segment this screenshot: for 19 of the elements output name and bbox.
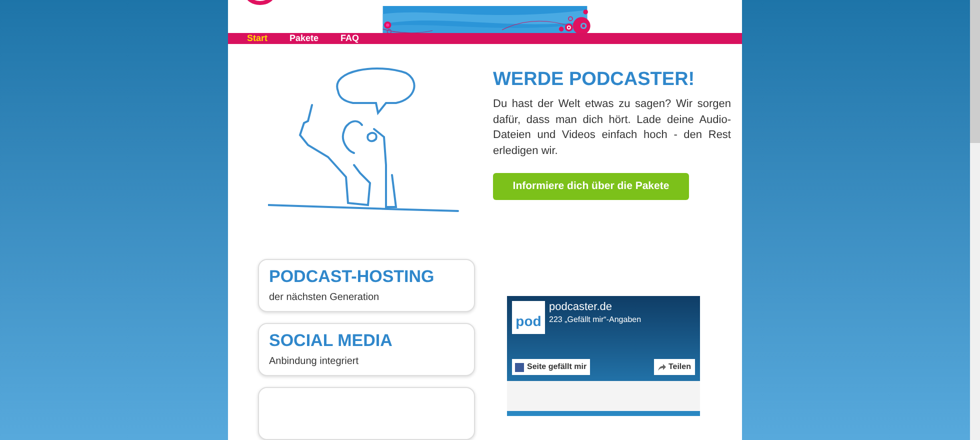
feature-title: PODCAST-HOSTING — [269, 267, 436, 287]
like-page-button[interactable]: Seite gefällt mir — [512, 359, 590, 375]
likes-count: 223 „Gefällt mir“-Angaben — [549, 314, 642, 326]
pod-logo: pod — [512, 301, 545, 334]
share-button[interactable]: Teilen — [654, 359, 695, 375]
scrollbar-thumb[interactable] — [970, 0, 980, 143]
share-arrow-icon — [658, 364, 666, 370]
feature-subtitle: der nächsten Generation — [269, 291, 380, 305]
hero-paragraph: Du hast der Welt etwas zu sagen? Wir sorgen dafür, dass man dich hört. Lade deine Audio-Dateien und Videos einfach hoch - den Rest erledigen wir. — [493, 97, 731, 158]
nav-link[interactable]: Start — [247, 33, 268, 44]
feature-card[interactable]: SOCIAL MEDIA Anbindung integriert — [258, 323, 475, 376]
page-name[interactable]: podcaster.de — [549, 301, 642, 314]
facebook-icon — [515, 362, 524, 372]
nav-link[interactable]: FAQ — [340, 33, 360, 44]
feature-title: SOCIAL MEDIA — [269, 331, 394, 351]
feature-subtitle: Anbindung integriert — [269, 355, 360, 369]
hero-heading: WERDE PODCASTER! — [493, 69, 696, 91]
feature-card[interactable]: PODCAST-HOSTING der nächsten Generation — [258, 259, 475, 312]
nav-link[interactable]: Pakete — [290, 33, 319, 44]
